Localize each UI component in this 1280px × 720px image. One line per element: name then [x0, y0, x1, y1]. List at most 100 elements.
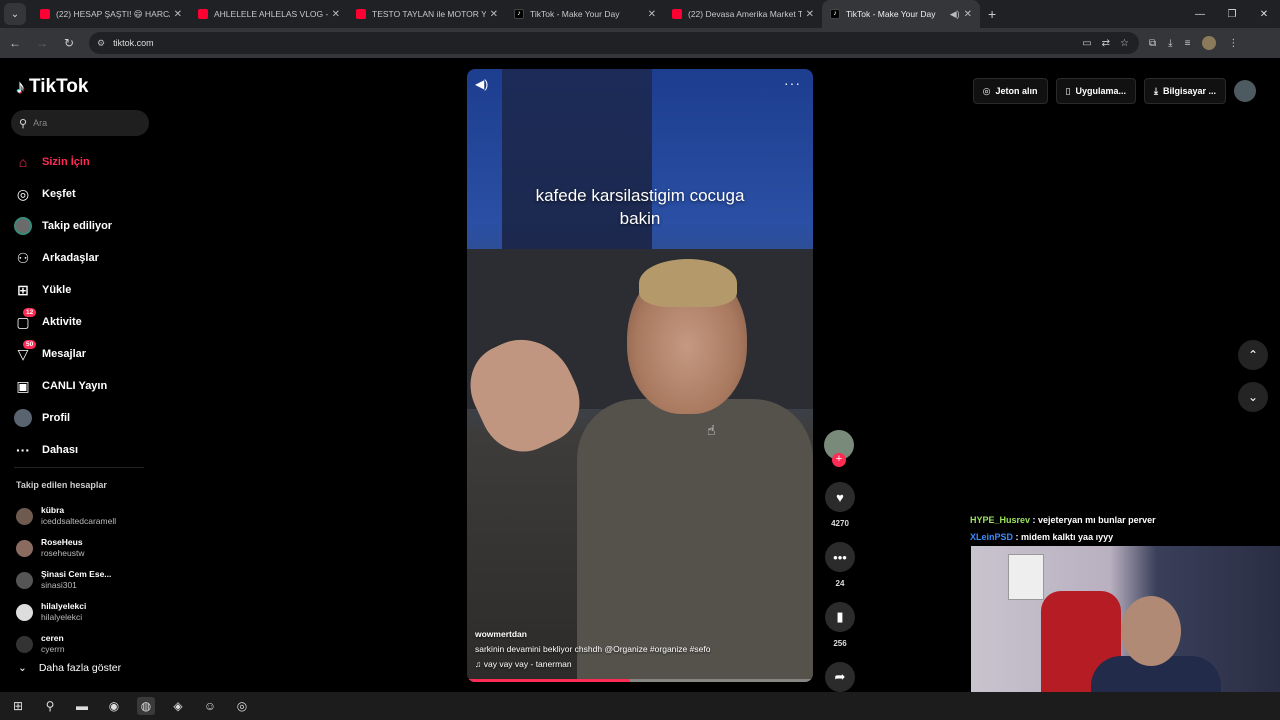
discord-icon[interactable]: ☺ [201, 697, 219, 715]
app-icon[interactable]: ◉ [105, 697, 123, 715]
obs-icon[interactable]: ◎ [233, 697, 251, 715]
mouse-cursor-icon: ☝ [707, 422, 716, 438]
back-icon[interactable]: ← [3, 31, 27, 55]
search-input[interactable]: ⚲ Ara [11, 110, 149, 136]
avatar [16, 539, 33, 557]
video-author[interactable]: wowmertdan [475, 627, 805, 642]
reload-icon[interactable]: ↻ [57, 31, 81, 55]
minimize-icon[interactable]: — [1184, 0, 1216, 28]
browser-tab[interactable]: (22) HESAP ŞAŞTI! 😄 HARCA ✕ [32, 0, 190, 28]
tab-search-button[interactable]: ⌄ [4, 3, 26, 25]
get-app-button[interactable]: ▯ Uygulama... [1055, 78, 1136, 104]
close-window-icon[interactable]: ✕ [1248, 0, 1280, 28]
comment-button[interactable]: ••• [825, 542, 855, 572]
browser-tab[interactable]: AHLELELE AHLELAS VLOG - You ✕ [190, 0, 348, 28]
account-name: Şinasi Cem Ese... [41, 569, 112, 579]
file-explorer-icon[interactable]: ▬ [73, 697, 91, 715]
chat-message: XLeinPSD : midem kalktı yaa ıyyy [970, 529, 1156, 546]
list-item[interactable]: hilalyelekci hilalyelekci [16, 596, 156, 628]
tiktok-logo[interactable]: ♪ TikTok [16, 76, 88, 98]
restore-icon[interactable]: ❐ [1216, 0, 1248, 28]
translate-icon[interactable]: ⇄ [1102, 38, 1110, 49]
forward-icon[interactable]: → [30, 31, 54, 55]
save-button[interactable]: ▮ [825, 602, 855, 632]
chevron-down-icon: ⌄ [1247, 390, 1259, 404]
steam-icon[interactable]: ◈ [169, 697, 187, 715]
like-button[interactable]: ♥ [825, 482, 855, 512]
search-icon[interactable]: ⚲ [41, 697, 59, 715]
creator-avatar[interactable]: + [824, 430, 854, 467]
sidebar-item-upload[interactable]: ⊞ Yükle [14, 274, 150, 306]
sidebar-item-messages[interactable]: ▽ 50 Mesajlar [14, 338, 150, 370]
close-icon[interactable]: ✕ [490, 9, 498, 20]
sidebar-item-following[interactable]: Takip ediliyor [14, 210, 150, 242]
sidebar-item-live[interactable]: ▣ CANLI Yayın [14, 370, 150, 402]
account-handle: cyerrn [41, 644, 65, 654]
speaker-icon[interactable]: ◀) [950, 9, 960, 20]
youtube-icon [672, 9, 682, 19]
desktop-app-button[interactable]: ⤓ Bilgisayar ... [1143, 78, 1226, 104]
account-name: hilalyelekci [41, 601, 87, 611]
avatar [16, 603, 33, 621]
video-sound[interactable]: ♫ vay vay vay - tanerman [475, 657, 805, 672]
tab-title: (22) Devasa Amerika Market Tu [688, 9, 802, 19]
show-more-button[interactable]: ⌄ Daha fazla göster [18, 662, 121, 674]
site-info-icon[interactable]: ⚙ [97, 38, 105, 49]
volume-icon[interactable]: ◀) [475, 77, 488, 91]
sidebar-item-label: Yükle [42, 284, 72, 296]
previous-video-button[interactable]: ⌃ [1238, 340, 1268, 370]
follow-plus-icon[interactable]: + [832, 453, 846, 467]
chrome-icon[interactable]: ◍ [137, 697, 155, 715]
close-icon[interactable]: ✕ [964, 9, 972, 20]
list-item[interactable]: ceren cyerrn [16, 628, 156, 660]
sidebar-item-explore[interactable]: ◎ Keşfet [14, 178, 150, 210]
reading-list-icon[interactable]: ≡ [1185, 38, 1191, 49]
browser-tab-active[interactable]: ♪ TikTok - Make Your Day ◀) ✕ [822, 0, 980, 28]
account-handle: sinasi301 [41, 580, 77, 590]
extensions-icon[interactable]: ⧉ [1149, 38, 1156, 49]
sidebar-item-label: Profil [42, 412, 71, 424]
friends-icon: ⚇ [16, 249, 30, 266]
sidebar-item-profile[interactable]: Profil [14, 402, 150, 434]
list-item[interactable]: Şinasi Cem Ese... sinasi301 [16, 564, 156, 596]
bookmark-star-icon[interactable]: ☆ [1120, 38, 1129, 49]
video-player[interactable]: ◀) ··· kafede karsilastigim cocuga bakin… [467, 69, 813, 682]
list-item[interactable]: kübra iceddsaltedcaramell [16, 500, 156, 532]
download-icon[interactable]: ⤓ [1168, 38, 1172, 49]
windows-start-icon[interactable]: ⊞ [9, 697, 27, 715]
user-avatar[interactable] [1234, 80, 1256, 102]
sidebar-item-friends[interactable]: ⚇ Arkadaşlar [14, 242, 150, 274]
sidebar-item-more[interactable]: ··· Dahası [14, 434, 150, 466]
sidebar-item-label: Mesajlar [42, 348, 87, 360]
kebab-menu-icon[interactable]: ⋮ [1228, 38, 1238, 49]
close-icon[interactable]: ✕ [806, 9, 814, 20]
account-handle: iceddsaltedcaramell [41, 516, 117, 526]
chat-user: HYPE_Husrev [970, 515, 1031, 525]
cast-icon[interactable]: ▭ [1082, 38, 1091, 49]
overlay-line-1: kafede karsilastigim cocuga [535, 186, 745, 205]
next-video-button[interactable]: ⌄ [1238, 382, 1268, 412]
browser-tab[interactable]: TESTO TAYLAN ile MOTOR YAR ✕ [348, 0, 506, 28]
close-icon[interactable]: ✕ [332, 9, 340, 20]
list-item[interactable]: RoseHeus roseheustw [16, 532, 156, 564]
browser-tab[interactable]: (22) Devasa Amerika Market Tu ✕ [664, 0, 822, 28]
chevron-down-icon: ⌄ [18, 662, 27, 674]
sidebar-item-activity[interactable]: ▢ 12 Aktivite [14, 306, 150, 338]
webcam-poster [1008, 554, 1044, 600]
close-icon[interactable]: ✕ [174, 9, 182, 20]
browser-tab[interactable]: ♪ TikTok - Make Your Day ✕ [506, 0, 664, 28]
video-progress-bar[interactable] [467, 679, 813, 682]
chat-text: : vejeteryan mı bunlar perver [1032, 515, 1156, 525]
share-button[interactable]: ➦ [825, 662, 855, 692]
account-handle: hilalyelekci [41, 612, 83, 622]
webcam-overlay [971, 546, 1280, 692]
heart-icon: ♥ [836, 489, 844, 505]
close-icon[interactable]: ✕ [648, 9, 656, 20]
sidebar-item-for-you[interactable]: ⌂ Sizin İçin [14, 146, 150, 178]
address-bar[interactable]: ⚙ tiktok.com ▭ ⇄ ☆ [89, 32, 1139, 54]
tab-title: AHLELELE AHLELAS VLOG - You [214, 9, 328, 19]
new-tab-button[interactable]: + [988, 6, 996, 22]
get-coins-button[interactable]: ◎ Jeton alın [972, 78, 1048, 104]
profile-avatar-icon[interactable] [1202, 36, 1217, 50]
more-options-icon[interactable]: ··· [784, 75, 801, 91]
